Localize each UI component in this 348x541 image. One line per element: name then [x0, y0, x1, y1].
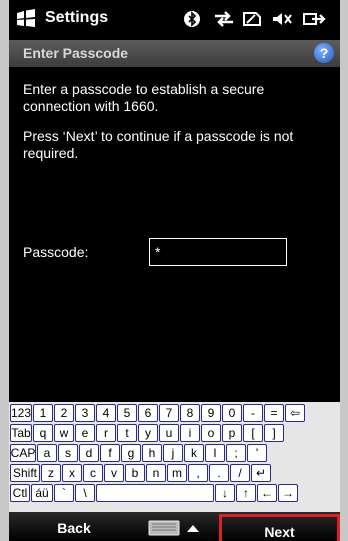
key-space[interactable]: [96, 484, 214, 502]
bluetooth-icon[interactable]: [184, 10, 200, 28]
key[interactable]: →: [278, 484, 298, 502]
key[interactable]: `: [54, 484, 74, 502]
next-button[interactable]: Next: [219, 514, 340, 541]
key[interactable]: z: [41, 464, 61, 482]
device-screen: Settings Enter Passcode ? Enter a passco…: [9, 0, 340, 541]
windows-start-icon[interactable]: [15, 9, 37, 29]
key[interactable]: k: [184, 444, 204, 462]
key[interactable]: 9: [201, 404, 221, 422]
hint-text: Press ‘Next’ to continue if a passcode i…: [23, 128, 294, 161]
key[interactable]: m: [167, 464, 187, 482]
key[interactable]: 8: [180, 404, 200, 422]
keyboard-row: CAP a s d f g h j k l; ': [10, 444, 267, 462]
battery-power-icon[interactable]: [302, 10, 326, 28]
keyboard-row: 123 1 2 3 4 5 6 7 8 9 0- = ⇦: [10, 404, 305, 422]
key[interactable]: ↓: [215, 484, 235, 502]
app-title: Settings: [45, 9, 109, 26]
key[interactable]: [: [243, 424, 263, 442]
key[interactable]: 1: [33, 404, 53, 422]
key[interactable]: ↵: [251, 464, 271, 482]
key[interactable]: l: [205, 444, 225, 462]
key[interactable]: 7: [159, 404, 179, 422]
page-title: Enter Passcode: [23, 45, 129, 61]
key[interactable]: -: [243, 404, 263, 422]
key[interactable]: ;: [226, 444, 246, 462]
keyboard-row: Tab q w e r t y u i o p[]: [10, 424, 284, 442]
key[interactable]: ↑: [236, 484, 256, 502]
key[interactable]: v: [104, 464, 124, 482]
key[interactable]: CAP: [10, 444, 36, 462]
key[interactable]: i: [180, 424, 200, 442]
key[interactable]: ⇦: [285, 404, 305, 422]
key[interactable]: x: [62, 464, 82, 482]
page-header: Enter Passcode ?: [9, 40, 340, 67]
bottom-softkey-bar: Back Next: [9, 512, 340, 541]
key[interactable]: áü: [31, 484, 53, 502]
key[interactable]: .: [209, 464, 229, 482]
key[interactable]: n: [146, 464, 166, 482]
key[interactable]: c: [83, 464, 103, 482]
key[interactable]: 4: [96, 404, 116, 422]
key[interactable]: r: [96, 424, 116, 442]
key[interactable]: y: [138, 424, 158, 442]
key[interactable]: 6: [138, 404, 158, 422]
key[interactable]: =: [264, 404, 284, 422]
key[interactable]: w: [54, 424, 74, 442]
keyboard-toggle-icon[interactable]: [143, 517, 207, 537]
volume-muted-icon[interactable]: [271, 10, 293, 28]
key[interactable]: ]: [264, 424, 284, 442]
key[interactable]: o: [201, 424, 221, 442]
key[interactable]: b: [125, 464, 145, 482]
key[interactable]: f: [100, 444, 120, 462]
key[interactable]: 2: [54, 404, 74, 422]
on-screen-keyboard: 123 1 2 3 4 5 6 7 8 9 0- = ⇦ Tab q w e r t y u i o p[] CAP a s d f g h…: [9, 402, 340, 512]
key[interactable]: d: [79, 444, 99, 462]
key[interactable]: Tab: [10, 424, 32, 442]
key[interactable]: /: [230, 464, 250, 482]
key[interactable]: Shift: [10, 464, 40, 482]
passcode-label: Passcode:: [23, 244, 89, 260]
back-button[interactable]: Back: [9, 512, 139, 541]
key[interactable]: p: [222, 424, 242, 442]
key[interactable]: s: [58, 444, 78, 462]
connectivity-icon[interactable]: [213, 10, 235, 28]
keyboard-row: Ctl áü ` \ ↓ ↑ ← →: [10, 484, 298, 502]
no-sim-icon[interactable]: [241, 10, 263, 28]
help-icon[interactable]: ?: [314, 43, 334, 63]
key[interactable]: e: [75, 424, 95, 442]
title-bar: Settings: [9, 0, 340, 38]
instruction-text: Enter a passcode to establish a secure c…: [23, 81, 265, 114]
key[interactable]: 3: [75, 404, 95, 422]
key[interactable]: \: [75, 484, 95, 502]
key[interactable]: g: [121, 444, 141, 462]
key[interactable]: 0: [222, 404, 242, 422]
key[interactable]: h: [142, 444, 162, 462]
key[interactable]: u: [159, 424, 179, 442]
key[interactable]: a: [37, 444, 57, 462]
key[interactable]: ←: [257, 484, 277, 502]
key[interactable]: Ctl: [10, 484, 30, 502]
key[interactable]: q: [33, 424, 53, 442]
key[interactable]: 123: [10, 404, 32, 422]
key[interactable]: 5: [117, 404, 137, 422]
key[interactable]: ': [247, 444, 267, 462]
passcode-input[interactable]: [149, 238, 287, 266]
key[interactable]: t: [117, 424, 137, 442]
keyboard-row: Shift z x c v b n m,. / ↵: [10, 464, 271, 482]
key[interactable]: j: [163, 444, 183, 462]
key[interactable]: ,: [188, 464, 208, 482]
